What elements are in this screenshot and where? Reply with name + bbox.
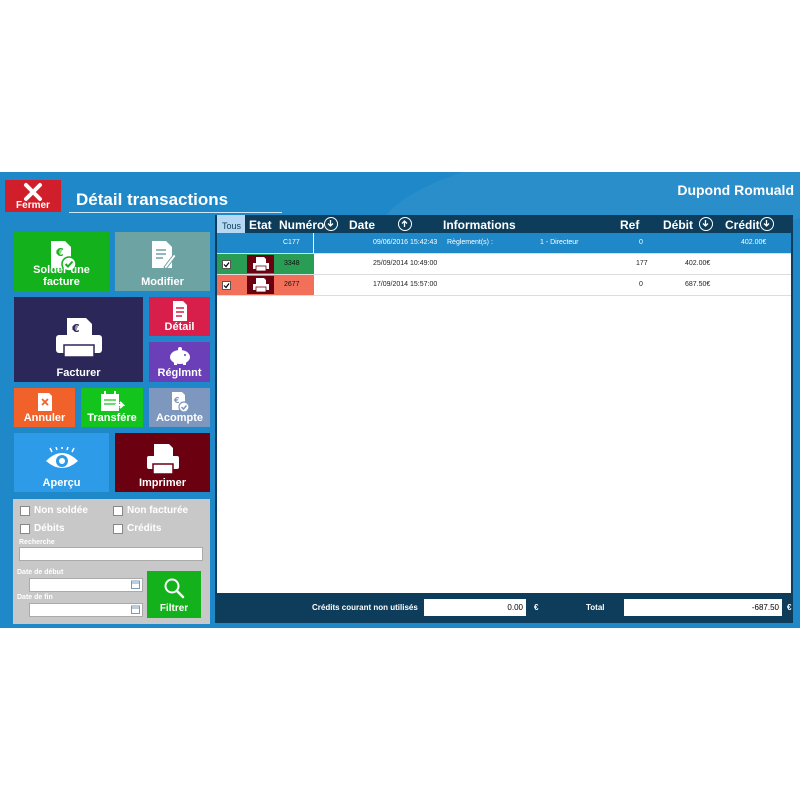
apercu-label: Aperçu [42, 477, 81, 489]
filters-panel: Non soldée Non facturée Débits Crédits R… [13, 499, 210, 624]
sort-down-icon[interactable] [699, 217, 713, 231]
transfere-label: Transfére [87, 412, 137, 424]
table-row[interactable]: 2677 17/09/2014 15:57:00 0 687.50€ [217, 275, 791, 296]
acompte-button[interactable]: € Acompte [149, 388, 210, 427]
imprimer-button[interactable]: Imprimer [115, 433, 210, 492]
detail-label: Détail [164, 321, 195, 333]
transactions-table: Tous Etat Numéro Date Informations Ref D… [215, 215, 793, 623]
search-icon [164, 578, 185, 599]
col-credit[interactable]: Crédit [725, 218, 760, 232]
select-all-button[interactable]: Tous [217, 215, 245, 233]
transfere-button[interactable]: Transfére [81, 388, 143, 427]
credits-label: Crédits courant non utilisés [312, 603, 418, 612]
facturer-label: Facturer [56, 367, 101, 379]
row-checkbox[interactable] [222, 281, 231, 290]
col-date[interactable]: Date [349, 218, 375, 232]
facturer-button[interactable]: € Facturer [14, 297, 143, 382]
modifier-label: Modifier [141, 276, 184, 288]
modifier-button[interactable]: Modifier [115, 232, 210, 291]
piggy-bank-icon [169, 347, 190, 365]
solder-facture-label: Solder une facture [33, 264, 90, 288]
acompte-label: Acompte [155, 412, 204, 424]
close-button[interactable]: Fermer [5, 180, 61, 212]
eye-icon [45, 447, 78, 468]
close-icon [24, 183, 42, 201]
page-title: Détail transactions [76, 190, 229, 209]
detail-button[interactable]: Détail [149, 297, 210, 336]
end-date-label: Date de fin [17, 594, 53, 601]
apercu-button[interactable]: Aperçu [14, 433, 109, 492]
row-checkbox[interactable] [222, 260, 231, 269]
col-numero[interactable]: Numéro [279, 218, 324, 232]
filter-label: Filtrer [159, 603, 189, 614]
table-row[interactable]: 3348 25/09/2014 10:49:00 177 402.00€ [217, 254, 791, 275]
edit-document-icon [151, 241, 177, 270]
printer-invoice-icon: € [55, 318, 102, 358]
calendar-icon[interactable] [131, 580, 140, 589]
search-label: Recherche [19, 539, 55, 546]
table-row[interactable]: C177 09/06/2016 15:42:43 Règlement(s) : … [217, 233, 791, 254]
close-label: Fermer [16, 200, 50, 211]
total-currency: € [787, 603, 792, 612]
solder-facture-button[interactable]: € Solder une facture [14, 232, 109, 291]
transactions-window: Fermer Détail transactions Dupond Romual… [0, 172, 800, 628]
printer-icon[interactable] [247, 255, 274, 273]
annuler-button[interactable]: Annuler [14, 388, 75, 427]
sort-down-icon[interactable] [760, 217, 774, 231]
credits-value: 0.00 [424, 599, 526, 616]
transfer-calendar-icon [101, 391, 125, 411]
detail-document-icon [172, 301, 187, 321]
table-body: C177 09/06/2016 15:42:43 Règlement(s) : … [217, 233, 791, 593]
non-facturee-checkbox[interactable]: Non facturée [113, 505, 188, 516]
svg-text:€: € [71, 322, 80, 335]
title-underline [69, 212, 282, 213]
credits-checkbox[interactable]: Crédits [113, 523, 161, 534]
filter-button[interactable]: Filtrer [147, 571, 201, 618]
sort-up-icon[interactable] [398, 217, 412, 231]
start-date-label: Date de début [17, 569, 64, 576]
reglement-label: Réglmnt [157, 367, 202, 379]
user-name: Dupond Romuald [677, 182, 794, 198]
debits-checkbox[interactable]: Débits [20, 523, 65, 534]
end-date-input[interactable] [29, 603, 143, 617]
col-debit[interactable]: Débit [663, 218, 693, 232]
table-footer: Crédits courant non utilisés 0.00 € Tota… [215, 595, 793, 623]
col-ref[interactable]: Ref [620, 218, 639, 232]
total-value: -687.50 [624, 599, 782, 616]
col-informations[interactable]: Informations [443, 218, 516, 232]
credits-currency: € [534, 603, 539, 612]
printer-icon [146, 444, 179, 475]
table-header: Tous Etat Numéro Date Informations Ref D… [215, 215, 793, 233]
cancel-document-icon [37, 393, 52, 411]
search-input[interactable] [19, 547, 203, 561]
col-etat[interactable]: Etat [249, 218, 272, 232]
svg-text:€: € [55, 246, 64, 259]
acompte-document-icon: € [171, 392, 190, 413]
printer-icon[interactable] [247, 276, 274, 294]
calendar-icon[interactable] [131, 605, 140, 614]
non-soldee-checkbox[interactable]: Non soldée [20, 505, 88, 516]
imprimer-label: Imprimer [138, 477, 187, 489]
sort-down-icon[interactable] [324, 217, 338, 231]
reglement-button[interactable]: Réglmnt [149, 342, 210, 382]
total-label: Total [586, 603, 605, 612]
annuler-label: Annuler [23, 412, 66, 424]
start-date-input[interactable] [29, 578, 143, 592]
svg-text:€: € [173, 396, 180, 405]
